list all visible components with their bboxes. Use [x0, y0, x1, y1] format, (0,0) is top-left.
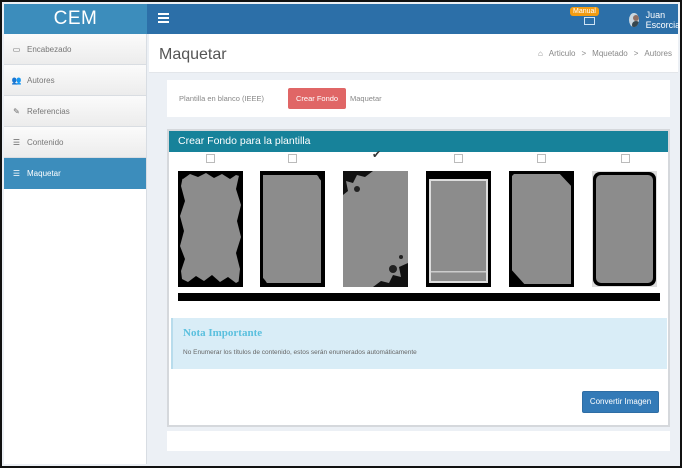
breadcrumb: ⌂ Articulo > Mquetado > Autores: [538, 49, 672, 58]
note-title: Nota Importante: [183, 327, 263, 339]
note-text: No Enumerar los títulos de contenido, es…: [183, 349, 417, 356]
menu-toggle-icon[interactable]: [158, 13, 169, 24]
content-header: Maquetar ⌂ Articulo > Mquetado > Autores: [149, 34, 678, 73]
sidebar-item-label: Contenido: [27, 137, 64, 147]
tab-bar: Plantilla en blanco (IEEE) Crear Fondo M…: [167, 80, 670, 117]
envelope-icon: [584, 17, 595, 25]
tab-maquetar[interactable]: Maquetar: [342, 88, 390, 109]
template-splatter[interactable]: [343, 171, 408, 287]
user-name: Juan Escorcia: [645, 9, 681, 30]
breadcrumb-separator: >: [633, 49, 639, 58]
checkmark-icon[interactable]: ✔: [372, 148, 381, 161]
avatar: [629, 12, 639, 27]
template-checkbox[interactable]: [288, 154, 297, 163]
home-icon: ⌂: [537, 49, 543, 58]
sidebar-item-referencias[interactable]: ✎ Referencias: [4, 96, 146, 127]
template-rounded[interactable]: [592, 171, 657, 287]
list-icon: ☰: [12, 168, 21, 178]
header-icon: ▭: [12, 44, 21, 54]
template-strip-bar: [178, 293, 660, 301]
sidebar-item-maquetar[interactable]: ☰ Maquetar: [4, 158, 146, 189]
convert-image-button[interactable]: Convertir Imagen: [582, 391, 659, 413]
important-note: Nota Importante No Enumerar los títulos …: [171, 318, 667, 369]
list-icon: ☰: [12, 137, 21, 147]
breadcrumb-item[interactable]: Articulo: [549, 49, 576, 58]
page-title: Maquetar: [159, 46, 227, 63]
sidebar-item-label: Referencias: [27, 106, 70, 116]
breadcrumb-item[interactable]: Autores: [644, 49, 672, 58]
sidebar-item-label: Autores: [27, 75, 55, 85]
footer-panel: [167, 431, 670, 451]
template-grunge[interactable]: [178, 171, 243, 287]
template-checkbox[interactable]: [537, 154, 546, 163]
app-window: CEM Manual Juan Escorcia ▾ ▭ Encabezado …: [0, 0, 682, 468]
edit-icon: ✎: [13, 106, 20, 116]
user-menu[interactable]: Juan Escorcia ▾: [629, 9, 681, 30]
top-navbar: Manual Juan Escorcia ▾: [147, 4, 680, 34]
sidebar-item-contenido[interactable]: ☰ Contenido: [4, 127, 146, 158]
breadcrumb-separator: >: [581, 49, 587, 58]
card-title: Crear Fondo para la plantilla: [169, 131, 668, 152]
manual-badge: Manual: [570, 7, 599, 16]
sidebar: ▭ Encabezado 👥 Autores ✎ Referencias ☰ C…: [4, 34, 147, 464]
brand-logo[interactable]: CEM: [4, 4, 147, 34]
template-checkbox[interactable]: [621, 154, 630, 163]
sidebar-item-encabezado[interactable]: ▭ Encabezado: [4, 34, 146, 65]
sidebar-item-label: Maquetar: [27, 168, 61, 178]
tab-crear-fondo[interactable]: Crear Fondo: [288, 88, 347, 109]
template-corner-curl[interactable]: [260, 171, 325, 287]
users-icon: 👥: [11, 75, 22, 85]
sidebar-item-autores[interactable]: 👥 Autores: [4, 65, 146, 96]
breadcrumb-item[interactable]: Mquetado: [592, 49, 628, 58]
template-checkbox[interactable]: [454, 154, 463, 163]
template-double-frame[interactable]: [426, 171, 491, 287]
sidebar-item-label: Encabezado: [27, 44, 72, 54]
template-folded-corners[interactable]: [509, 171, 574, 287]
template-checkbox[interactable]: [206, 154, 215, 163]
manual-button[interactable]: Manual: [570, 7, 600, 29]
create-background-card: Crear Fondo para la plantilla ✔ Nota Imp…: [167, 129, 670, 427]
tab-plantilla-en-blanco[interactable]: Plantilla en blanco (IEEE): [171, 88, 272, 109]
